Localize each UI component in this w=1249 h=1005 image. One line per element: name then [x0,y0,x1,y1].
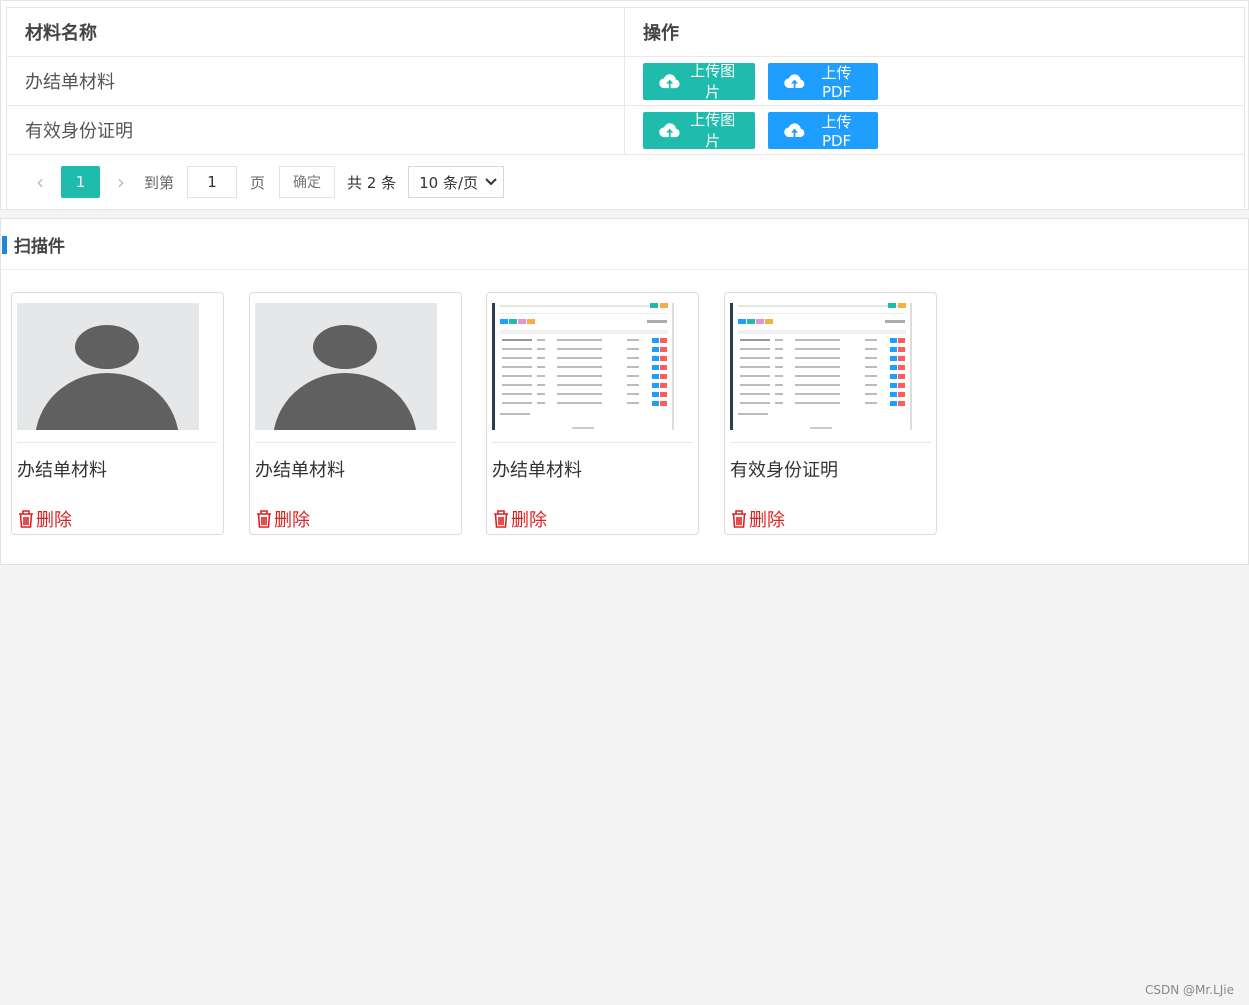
title-accent-bar [2,236,7,254]
cloud-upload-icon [659,74,680,89]
screenshot-thumbnail-image [492,303,674,430]
scan-card: 办结单材料 删除 [486,292,699,535]
scan-card-name: 办结单材料 [255,460,345,481]
cloud-upload-icon [659,123,680,138]
upload-pdf-label: 上传PDF [821,63,852,101]
delete-button[interactable]: 删除 [730,506,785,532]
avatar-placeholder-icon [255,303,437,430]
goto-label: 到第 [144,173,175,192]
materials-table: 材料名称 操作 办结单材料 上传图片 上传PDF 有效身份证明 上传图片 上传P… [6,7,1245,210]
page-size-select[interactable]: 10 条/页 [408,166,505,198]
scan-card-name: 有效身份证明 [730,460,838,481]
upload-image-label: 上传图片 [690,111,736,150]
delete-label: 删除 [511,510,547,531]
trash-icon [732,510,746,528]
chevron-down-icon [485,178,497,186]
scans-header: 扫描件 [1,219,1248,270]
trash-icon [19,510,33,528]
trash-icon [257,510,271,528]
upload-image-button[interactable]: 上传图片 [643,62,755,101]
delete-button[interactable]: 删除 [492,506,547,532]
scans-title: 扫描件 [14,236,65,257]
goto-page-input[interactable]: 1 [187,166,238,198]
watermark: CSDN @Mr.LJie [1145,983,1234,997]
scan-card: 办结单材料 删除 [11,292,224,535]
scan-thumbnail[interactable] [730,303,912,430]
page-number-current[interactable]: 1 [61,166,100,198]
delete-label: 删除 [36,510,72,531]
upload-image-label: 上传图片 [690,62,736,101]
chevron-left-icon[interactable]: ‹ [29,170,51,194]
card-divider [17,442,218,443]
delete-label: 删除 [749,510,785,531]
scan-thumbnail[interactable] [492,303,674,430]
scan-card-name: 办结单材料 [492,460,582,481]
upload-image-button[interactable]: 上传图片 [643,111,755,150]
upload-pdf-button[interactable]: 上传PDF [768,111,878,150]
scan-thumbnail[interactable] [17,303,199,430]
delete-button[interactable]: 删除 [17,506,72,532]
goto-confirm-button[interactable]: 确定 [279,166,336,198]
delete-label: 删除 [274,510,310,531]
screenshot-thumbnail-image [730,303,912,430]
cloud-upload-icon [784,123,805,138]
card-divider [255,442,456,443]
materials-table-panel: 材料名称 操作 办结单材料 上传图片 上传PDF 有效身份证明 上传图片 上传P… [0,0,1249,210]
material-name-cell: 有效身份证明 [7,106,625,154]
chevron-right-icon[interactable]: › [110,170,132,194]
page-size-value: 10 条/页 [419,173,479,192]
pagination: ‹ 1 › 到第 1 页 确定 共 2 条 10 条/页 [7,155,1244,209]
card-divider [730,442,931,443]
cloud-upload-icon [784,74,805,89]
scans-panel: 扫描件 办结单材料 删除 办结单材料 删除 办结单材料 删除 有效身份证明 删除 [0,218,1249,565]
scan-card: 有效身份证明 删除 [724,292,937,535]
avatar-placeholder-icon [17,303,199,430]
total-count: 共 2 条 [347,173,397,192]
table-row: 有效身份证明 上传图片 上传PDF [7,106,1244,155]
actions-cell: 上传图片 上传PDF [625,57,1244,105]
column-header-actions: 操作 [643,23,679,44]
upload-pdf-button[interactable]: 上传PDF [768,62,878,101]
scan-thumbnail[interactable] [255,303,437,430]
scan-card: 办结单材料 删除 [249,292,462,535]
material-name-cell: 办结单材料 [7,57,625,105]
page-unit-label: 页 [250,173,266,192]
table-row: 办结单材料 上传图片 上传PDF [7,57,1244,106]
upload-pdf-label: 上传PDF [821,112,852,150]
delete-button[interactable]: 删除 [255,506,310,532]
table-header-row: 材料名称 操作 [7,8,1244,57]
trash-icon [494,510,508,528]
actions-cell: 上传图片 上传PDF [625,106,1244,154]
column-header-name: 材料名称 [7,8,625,56]
scan-card-name: 办结单材料 [17,460,107,481]
card-divider [492,442,693,443]
